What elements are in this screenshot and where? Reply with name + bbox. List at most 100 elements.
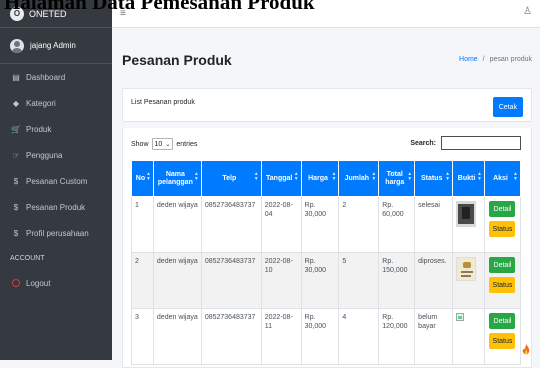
- cell-actions: Detail Status: [483, 252, 522, 309]
- column-header-jumlah[interactable]: Jumlah ▲ ▼: [338, 160, 380, 197]
- logout-icon: [12, 279, 20, 287]
- entries-label: entries: [176, 140, 198, 148]
- column-header-total-harga[interactable]: Total harga ▲ ▼: [378, 160, 416, 197]
- chevron-down-icon: ⌄: [165, 141, 171, 148]
- search-input[interactable]: [441, 136, 521, 150]
- proof-image[interactable]: [456, 201, 477, 229]
- cell-total: Rp. 120,000: [378, 308, 416, 365]
- column-header-status[interactable]: Status ▲ ▼: [414, 160, 454, 197]
- detail-button[interactable]: Detail: [489, 201, 516, 217]
- cell-date: 2022-08-11: [260, 308, 302, 365]
- sidebar: O ONETED jajang Admin ▤ Dashboard ◆ Kate…: [0, 0, 112, 360]
- user-icon[interactable]: ♙: [523, 6, 532, 17]
- column-header-no[interactable]: No ▲ ▼: [131, 160, 154, 197]
- breadcrumb-separator: /: [482, 56, 485, 63]
- column-header-bukti[interactable]: Bukti ▲ ▼: [452, 160, 485, 197]
- column-label: Aksi: [493, 174, 508, 182]
- cell-date: 2022-08-04: [260, 196, 302, 253]
- tag-icon: ◆: [12, 98, 20, 108]
- cell-proof: [452, 308, 485, 365]
- sort-icon: ▲ ▼: [193, 171, 199, 182]
- cell-qty: 5: [338, 252, 380, 309]
- sidebar-item-label: Produk: [26, 124, 52, 134]
- detail-button[interactable]: Detail: [489, 257, 516, 273]
- sidebar-item-profil-perusahaan[interactable]: $ Profil perusahaan: [0, 220, 112, 246]
- sidebar-item-label: Dashboard: [26, 72, 66, 82]
- column-label: Tanggal: [266, 174, 293, 182]
- sidebar-item-logout[interactable]: Logout: [0, 270, 112, 296]
- card-header: List Pesanan produk Cetak: [122, 88, 532, 122]
- card-title: List Pesanan produk: [131, 99, 195, 106]
- broken-image-icon[interactable]: [456, 313, 465, 321]
- entries-control: Show 10 ⌄ entries: [131, 138, 197, 150]
- cell-actions: Detail Status: [483, 196, 522, 253]
- sidebar-item-label: Pesanan Produk: [26, 202, 86, 212]
- entries-value: 10: [154, 140, 163, 148]
- column-header-tanggal[interactable]: Tanggal ▲ ▼: [260, 160, 302, 197]
- sidebar-item-kategori[interactable]: ◆ Kategori: [0, 90, 112, 116]
- sort-icon: ▲ ▼: [293, 171, 299, 182]
- sort-icon: ▲ ▼: [371, 171, 377, 182]
- print-button[interactable]: Cetak: [492, 97, 523, 117]
- sort-icon: ▲ ▼: [513, 171, 518, 182]
- cell-qty: 2: [338, 196, 380, 253]
- dashboard-icon: ▤: [12, 72, 20, 82]
- cell-no: 2: [131, 252, 154, 309]
- sidebar-item-pesanan-produk[interactable]: $ Pesanan Produk: [0, 194, 112, 220]
- status-button[interactable]: Status: [489, 221, 516, 237]
- page-overlay-title: Halaman Data Pemesanan Produk: [4, 0, 315, 14]
- sidebar-item-produk[interactable]: 🛒 Produk: [0, 116, 112, 142]
- cell-status: selesai: [414, 196, 454, 253]
- column-label: Total harga: [385, 170, 405, 186]
- detail-button[interactable]: Detail: [489, 313, 516, 329]
- dollar-icon: $: [13, 202, 19, 212]
- orders-table: No ▲ ▼ Nama pelanggan ▲ ▼ Telp ▲ ▼ Tanggal ▲ ▼ H…: [131, 160, 522, 365]
- cell-price: Rp. 30,000: [300, 196, 340, 253]
- sidebar-item-dashboard[interactable]: ▤ Dashboard: [0, 64, 112, 90]
- sidebar-item-pengguna[interactable]: ☞ Pengguna: [0, 142, 112, 168]
- cell-actions: Detail Status: [483, 308, 522, 365]
- column-header-aksi[interactable]: Aksi ▲ ▼: [483, 160, 522, 197]
- entries-select[interactable]: 10 ⌄: [151, 138, 174, 150]
- breadcrumb: Home / pesan produk: [459, 56, 532, 63]
- cell-name: deden wijaya: [152, 252, 202, 309]
- cell-price: Rp. 30,000: [300, 308, 340, 365]
- sort-icon: ▲ ▼: [407, 171, 413, 182]
- column-header-telp[interactable]: Telp ▲ ▼: [200, 160, 262, 197]
- card-body: Show 10 ⌄ entries Search: No ▲ ▼ Nama pela…: [122, 128, 532, 368]
- cell-total: Rp. 60,000: [378, 196, 416, 253]
- sort-icon: ▲ ▼: [331, 171, 337, 182]
- dollar-icon: $: [13, 176, 19, 186]
- status-button[interactable]: Status: [489, 277, 516, 293]
- cell-name: deden wijaya: [152, 196, 202, 253]
- avatar: [10, 38, 24, 53]
- dollar-icon: $: [13, 228, 19, 238]
- cell-telp: 0852736483737: [200, 252, 262, 309]
- column-label: Nama pelanggan: [157, 170, 193, 186]
- cell-proof: [452, 252, 485, 309]
- column-label: Bukti: [457, 174, 476, 182]
- cell-no: 1: [131, 196, 154, 253]
- search-label: Search:: [410, 139, 436, 147]
- fire-icon: [522, 344, 530, 355]
- user-panel[interactable]: jajang Admin: [0, 28, 112, 64]
- sidebar-item-label: Kategori: [26, 98, 56, 108]
- cell-name: deden wijaya: [152, 308, 202, 365]
- cell-status: belum bayar: [414, 308, 454, 365]
- hand-pointer-icon: ☞: [12, 150, 20, 160]
- cart-icon: 🛒: [11, 124, 21, 134]
- user-name: jajang Admin: [30, 41, 76, 50]
- cell-total: Rp. 150,000: [378, 252, 416, 309]
- sidebar-item-label: Pengguna: [26, 150, 63, 160]
- table-row: 2 deden wijaya 0852736483737 2022-08-10 …: [131, 252, 522, 309]
- column-header-harga[interactable]: Harga ▲ ▼: [300, 160, 340, 197]
- column-label: Telp: [222, 174, 237, 182]
- column-label: Harga: [308, 174, 328, 182]
- column-label: Jumlah: [344, 174, 370, 182]
- proof-image[interactable]: [456, 257, 477, 281]
- sort-icon: ▲ ▼: [477, 171, 482, 182]
- column-header-nama-pelanggan[interactable]: Nama pelanggan ▲ ▼: [152, 160, 202, 197]
- sidebar-item-pesanan-custom[interactable]: $ Pesanan Custom: [0, 168, 112, 194]
- breadcrumb-home-link[interactable]: Home: [459, 56, 478, 63]
- status-button[interactable]: Status: [489, 333, 516, 349]
